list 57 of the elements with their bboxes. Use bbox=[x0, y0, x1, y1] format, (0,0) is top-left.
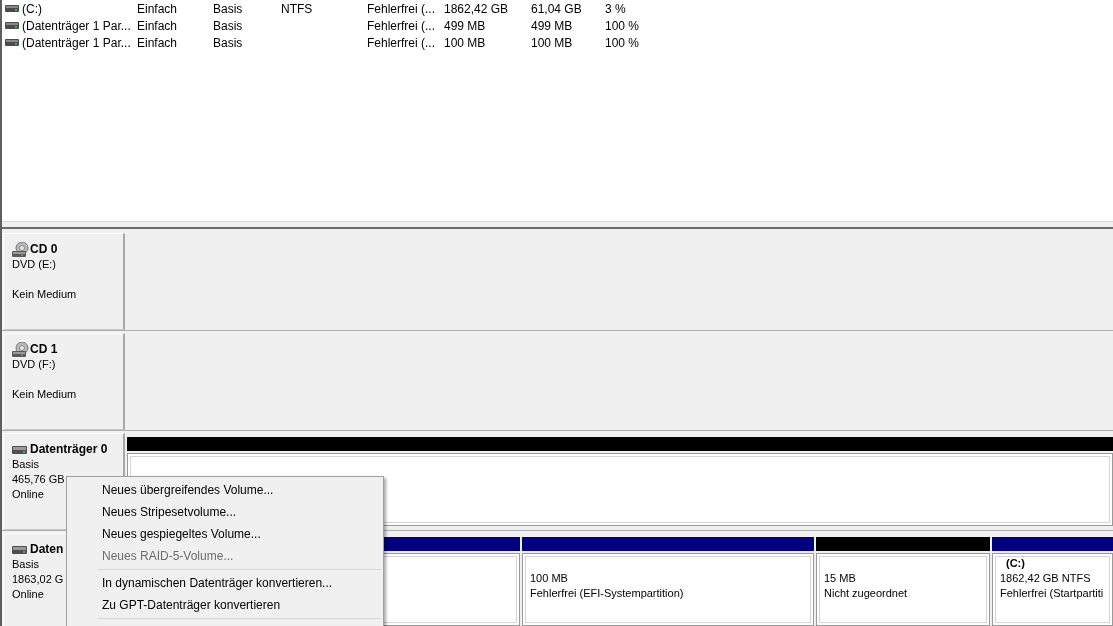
menu-item[interactable]: Zu GPT-Datenträger konvertieren bbox=[67, 594, 381, 616]
disk-name: CD 1 bbox=[30, 342, 58, 357]
table-cell: Basis bbox=[213, 18, 243, 33]
drive-icon bbox=[5, 22, 19, 29]
disk-status: Online bbox=[12, 587, 44, 602]
disk-name: Datenträger 0 bbox=[30, 442, 108, 457]
partition-box[interactable]: 100 MB Fehlerfrei (EFI-Systempartition) bbox=[522, 553, 814, 626]
cd-drive-icon bbox=[12, 342, 29, 357]
partition-box[interactable]: (C:) 1862,42 GB NTFS Fehlerfrei (Startpartiti bbox=[992, 553, 1113, 626]
hard-drive-icon bbox=[12, 545, 27, 554]
partition-status: Fehlerfrei (Startpartiti bbox=[1000, 586, 1104, 601]
table-cell: 1862,42 GB bbox=[444, 1, 509, 16]
table-cell: 100 MB bbox=[531, 35, 573, 50]
drive-icon bbox=[5, 5, 19, 12]
table-cell: 499 MB bbox=[444, 18, 486, 33]
disk-name: Daten bbox=[30, 542, 64, 557]
disk-label-panel[interactable]: CD 0 DVD (E:) Kein Medium bbox=[3, 233, 125, 330]
disk-label-panel[interactable]: CD 1 DVD (F:) Kein Medium bbox=[3, 333, 125, 430]
disk-status: Kein Medium bbox=[12, 387, 77, 402]
table-cell: (Datenträger 1 Par... bbox=[22, 35, 131, 50]
partition-status: Fehlerfrei (EFI-Systempartition) bbox=[530, 586, 684, 601]
table-cell: 61,04 GB bbox=[531, 1, 582, 16]
partition-size: 100 MB bbox=[530, 571, 568, 586]
table-cell: (Datenträger 1 Par... bbox=[22, 18, 131, 33]
table-cell: Einfach bbox=[137, 1, 178, 16]
table-cell: (C:) bbox=[22, 1, 42, 16]
table-cell: 3 % bbox=[605, 1, 626, 16]
partition-size: 15 MB bbox=[824, 571, 856, 586]
table-cell: Fehlerfrei (... bbox=[367, 18, 435, 33]
drive-icon bbox=[5, 39, 19, 46]
disk-type: Basis bbox=[12, 557, 39, 572]
disk-size: 1863,02 G bbox=[12, 572, 64, 587]
disk-type: DVD (E:) bbox=[12, 257, 56, 272]
partition-name: (C:) bbox=[1005, 556, 1025, 571]
partition-status: Nicht zugeordnet bbox=[824, 586, 908, 601]
disk-type: Basis bbox=[12, 457, 39, 472]
disk-name: CD 0 bbox=[30, 242, 58, 257]
table-cell: Einfach bbox=[137, 35, 178, 50]
menu-item[interactable]: In dynamischen Datenträger konvertieren... bbox=[67, 572, 381, 594]
table-cell: 100 % bbox=[605, 18, 640, 33]
table-cell: Fehlerfrei (... bbox=[367, 1, 435, 16]
disk-size: 465,76 GB bbox=[12, 472, 65, 487]
table-cell: Basis bbox=[213, 1, 243, 16]
partition-box[interactable]: 15 MB Nicht zugeordnet bbox=[816, 553, 990, 626]
partition-size: 1862,42 GB NTFS bbox=[1000, 571, 1091, 586]
disk-status: Kein Medium bbox=[12, 287, 77, 302]
table-cell: NTFS bbox=[281, 1, 313, 16]
table-cell: 100 % bbox=[605, 35, 640, 50]
table-cell: Basis bbox=[213, 35, 243, 50]
table-cell: 100 MB bbox=[444, 35, 486, 50]
disk-status: Online bbox=[12, 487, 44, 502]
cd-drive-icon bbox=[12, 242, 29, 257]
hard-drive-icon bbox=[12, 445, 27, 454]
table-cell: 499 MB bbox=[531, 18, 573, 33]
disk-type: DVD (F:) bbox=[12, 357, 56, 372]
table-cell: Fehlerfrei (... bbox=[367, 35, 435, 50]
table-cell: Einfach bbox=[137, 18, 178, 33]
